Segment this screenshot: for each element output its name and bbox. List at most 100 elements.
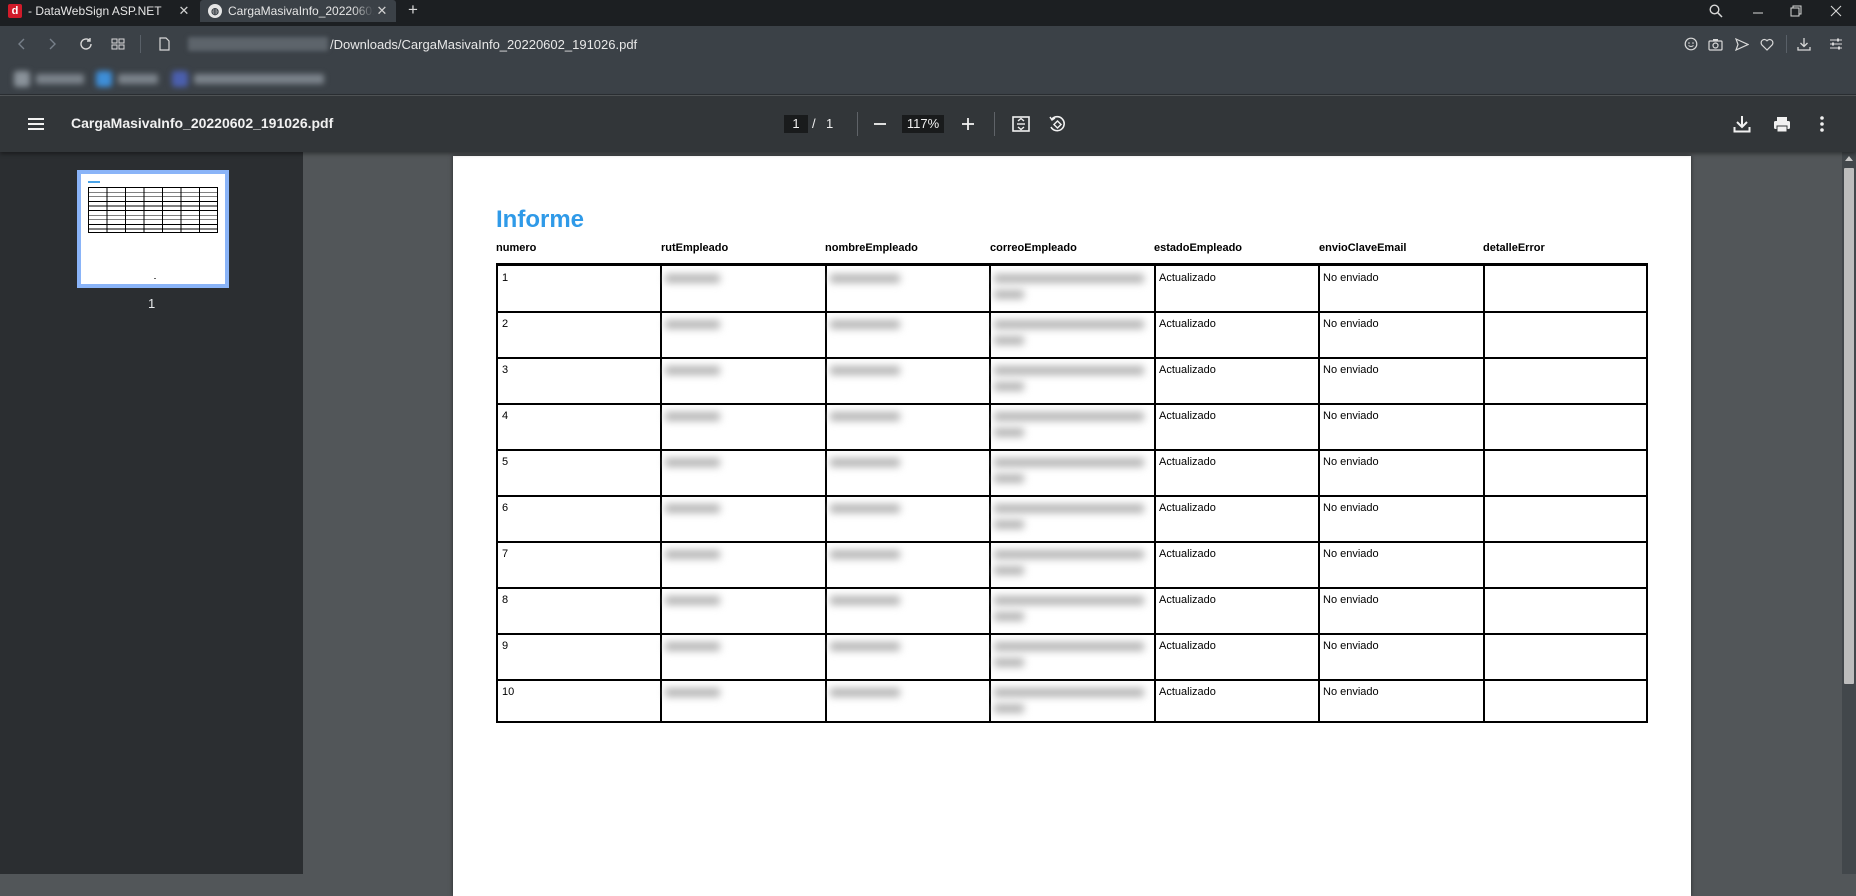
close-window-icon[interactable] (1818, 0, 1854, 22)
redacted-correo (994, 474, 1024, 483)
scroll-up-icon[interactable] (1845, 156, 1853, 161)
search-tabs-icon[interactable] (1698, 0, 1734, 22)
cell-numero: 5 (502, 456, 509, 468)
cell-numero: 6 (502, 502, 509, 514)
cell-envio-clave-email: No enviado (1323, 594, 1379, 606)
cell-numero: 7 (502, 548, 509, 560)
table-column-line (1318, 266, 1320, 721)
table-row-line (498, 679, 1646, 681)
toolbar-divider (140, 35, 141, 53)
send-icon[interactable] (1731, 34, 1753, 54)
bookmark-item[interactable] (172, 71, 324, 87)
close-tab-icon[interactable]: ✕ (374, 3, 390, 19)
page-separator: / (812, 116, 816, 131)
column-header-detalleerror: detalleError (1483, 242, 1545, 254)
thumbnail-title-mark (88, 181, 100, 183)
redacted-correo (994, 382, 1024, 391)
camera-icon[interactable] (1704, 34, 1726, 54)
redacted-nombre (830, 642, 900, 651)
back-icon[interactable] (10, 33, 34, 55)
cell-envio-clave-email: No enviado (1323, 640, 1379, 652)
tab-title: CargaMasivaInfo_20220602_191026.pdf (228, 4, 374, 18)
redacted-nombre (830, 274, 900, 283)
cell-numero: 3 (502, 364, 509, 376)
cell-estado-empleado: Actualizado (1159, 640, 1216, 652)
column-header-envioclaveemail: envioClaveEmail (1319, 242, 1407, 254)
print-icon[interactable] (1768, 110, 1796, 138)
page-number-input[interactable]: 1 (784, 115, 808, 133)
redacted-correo (994, 412, 1144, 421)
table-row-line (498, 541, 1646, 543)
minimize-window-icon[interactable] (1740, 0, 1776, 22)
redacted-nombre (830, 596, 900, 605)
redacted-rut (665, 688, 720, 697)
redacted-nombre (830, 550, 900, 559)
redacted-correo (994, 612, 1024, 621)
close-tab-icon[interactable]: ✕ (176, 3, 192, 19)
table-row-line (498, 403, 1646, 405)
forward-icon[interactable] (40, 33, 64, 55)
bookmark-item[interactable] (96, 71, 158, 87)
redacted-rut (665, 320, 720, 329)
cell-estado-empleado: Actualizado (1159, 318, 1216, 330)
table-column-line (1154, 266, 1156, 721)
address-bar: /Downloads/CargaMasivaInfo_20220602_1910… (0, 26, 1856, 62)
scrollbar-thumb[interactable] (1844, 168, 1854, 684)
redacted-correo (994, 274, 1144, 283)
emoji-icon[interactable] (1680, 34, 1702, 54)
redacted-host (188, 37, 328, 51)
heart-icon[interactable] (1756, 34, 1778, 54)
datawebsign-favicon-icon: d (8, 4, 22, 18)
browser-tab-datawebsign[interactable]: d - DataWebSign ASP.NET ✕ (0, 0, 198, 22)
redacted-correo (994, 704, 1024, 713)
zoom-in-icon[interactable] (954, 110, 982, 138)
redacted-nombre (830, 504, 900, 513)
table-row-line (498, 495, 1646, 497)
url-field[interactable]: /Downloads/CargaMasivaInfo_20220602_1910… (188, 35, 637, 53)
redacted-rut (665, 366, 720, 375)
zoom-level-input[interactable]: 117% (902, 115, 944, 133)
bookmark-item[interactable] (14, 71, 84, 87)
tab-title: - DataWebSign ASP.NET (28, 4, 162, 18)
redacted-correo (994, 520, 1024, 529)
rotate-icon[interactable] (1043, 110, 1071, 138)
column-header-rutempleado: rutEmpleado (661, 242, 729, 254)
redacted-correo (994, 596, 1144, 605)
menu-icon[interactable] (24, 114, 50, 134)
reload-icon[interactable] (74, 33, 98, 55)
pdf-file-title: CargaMasivaInfo_20220602_191026.pdf (71, 115, 334, 131)
restore-window-icon[interactable] (1778, 0, 1814, 22)
downloads-icon[interactable] (1793, 34, 1815, 54)
thumbnail-table-mark (88, 187, 218, 233)
fit-to-page-icon[interactable] (1007, 110, 1035, 138)
page-thumbnail[interactable] (77, 170, 229, 288)
cell-estado-empleado: Actualizado (1159, 502, 1216, 514)
cell-envio-clave-email: No enviado (1323, 318, 1379, 330)
new-tab-button[interactable]: + (404, 0, 422, 22)
browser-tab-pdf[interactable]: ◍ CargaMasivaInfo_20220602_191026.pdf ✕ (200, 0, 396, 22)
cell-envio-clave-email: No enviado (1323, 272, 1379, 284)
column-header-estadoempleado: estadoEmpleado (1154, 242, 1243, 254)
more-options-icon[interactable] (1808, 110, 1836, 138)
redacted-correo (994, 658, 1024, 667)
tab-grid-icon[interactable] (106, 33, 130, 55)
cell-envio-clave-email: No enviado (1323, 686, 1379, 698)
vertical-scrollbar[interactable] (1842, 152, 1856, 874)
redacted-correo (994, 290, 1024, 299)
globe-icon: ◍ (208, 4, 222, 18)
thumbnail-footer-mark (154, 278, 156, 279)
zoom-out-icon[interactable] (866, 110, 894, 138)
pdf-page: Informe numero rutEmpleado nombreEmplead… (453, 156, 1691, 896)
toolbar-divider (1786, 35, 1787, 53)
table-row-line (498, 449, 1646, 451)
file-icon[interactable] (152, 33, 176, 55)
table-row-line (498, 357, 1646, 359)
download-icon[interactable] (1728, 110, 1756, 138)
table-column-line (1483, 266, 1485, 721)
cell-envio-clave-email: No enviado (1323, 502, 1379, 514)
easy-setup-icon[interactable] (1825, 34, 1847, 54)
table-row-line (498, 311, 1646, 313)
page-total: 1 (826, 116, 834, 131)
table-column-line (989, 266, 991, 721)
cell-estado-empleado: Actualizado (1159, 548, 1216, 560)
